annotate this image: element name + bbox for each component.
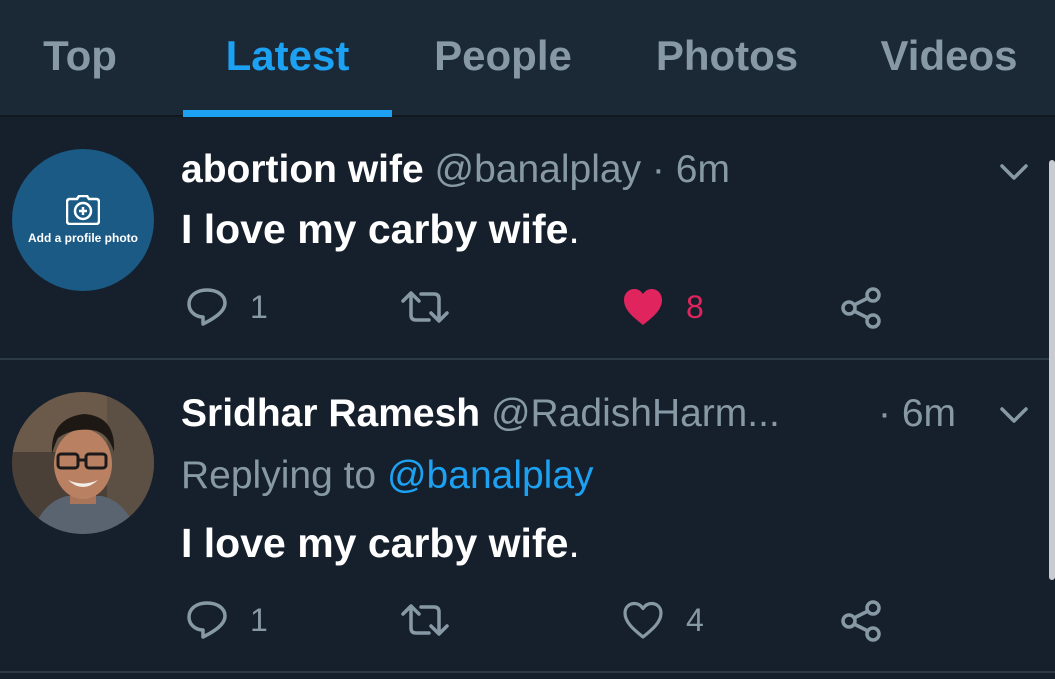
replying-to: Replying to @banalplay [181,456,594,495]
user-handle[interactable]: @banalplay [435,148,642,191]
tweet-header: abortion wife @banalplay · 6m [181,150,730,189]
like-button[interactable]: 4 [622,600,704,640]
share-button[interactable] [840,600,882,642]
heart-filled-icon [624,289,662,325]
like-button[interactable]: 8 [622,287,704,327]
retweet-icon [401,604,449,636]
tab-latest-label: Latest [225,31,350,79]
chevron-down-icon[interactable] [997,155,1031,189]
tab-photos-label: Photos [655,31,799,79]
avatar[interactable]: Add a profile photo [12,149,154,291]
like-count: 4 [686,602,704,638]
tweet-text-end: . [568,520,580,566]
tab-videos-label: Videos [880,31,1018,79]
user-handle[interactable]: @RadishHarm... [491,392,780,435]
tab-people-label: People [434,31,572,79]
tweet-text: I love my carby wife. [181,523,580,564]
replying-to-mention[interactable]: @banalplay [387,454,594,497]
tweet-time: 6m [901,392,957,435]
reply-button[interactable]: 1 [186,600,268,640]
avatar-caption: Add a profile photo [28,231,138,245]
retweet-button[interactable] [400,602,450,638]
reply-count: 1 [250,289,268,325]
tab-top-label: Top [43,31,117,79]
tab-videos[interactable]: Videos [858,0,1040,117]
scrollbar[interactable] [1049,160,1055,580]
reply-icon [187,288,227,326]
display-name[interactable]: abortion wife [181,148,424,191]
share-icon [841,287,881,329]
camera-plus-icon [66,195,100,225]
display-name[interactable]: Sridhar Ramesh [181,392,480,435]
reply-button[interactable]: 1 [186,287,268,327]
search-tabs: Top Latest People Photos Videos [0,0,1055,117]
tweet-text-body: I love my carby wife [181,206,569,252]
tweet-text: I love my carby wife. [181,209,580,250]
tweet[interactable]: Add a profile photo abortion wife @banal… [0,119,1055,360]
reply-count: 1 [250,602,268,638]
heart-outline-icon [623,601,663,639]
tweet-text-end: . [568,206,580,252]
retweet-icon [401,291,449,323]
like-count: 8 [686,289,704,325]
user-photo-avatar [12,392,154,534]
chevron-down-icon[interactable] [997,398,1031,432]
tweet-meta: · 6m [878,394,956,433]
avatar[interactable] [12,392,154,534]
twitter-search-screen: Top Latest People Photos Videos Add a pr… [0,0,1055,679]
reply-icon [187,601,227,639]
share-button[interactable] [840,287,882,329]
tweet-header: Sridhar Ramesh @RadishHarm... [181,394,780,433]
active-tab-indicator [183,110,392,117]
tab-people[interactable]: People [412,0,594,117]
tab-photos[interactable]: Photos [630,0,824,117]
replying-to-label: Replying to [181,454,377,497]
tab-latest[interactable]: Latest [183,0,392,117]
tweet-text-body: I love my carby wife [181,520,569,566]
tab-top[interactable]: Top [20,0,140,117]
tweet-time: 6m [675,148,730,191]
tweet[interactable]: Sridhar Ramesh @RadishHarm... · 6m Reply… [0,360,1055,673]
retweet-button[interactable] [400,289,450,325]
separator-dot: · [651,148,665,191]
separator-dot: · [878,392,891,435]
share-icon [841,600,881,642]
